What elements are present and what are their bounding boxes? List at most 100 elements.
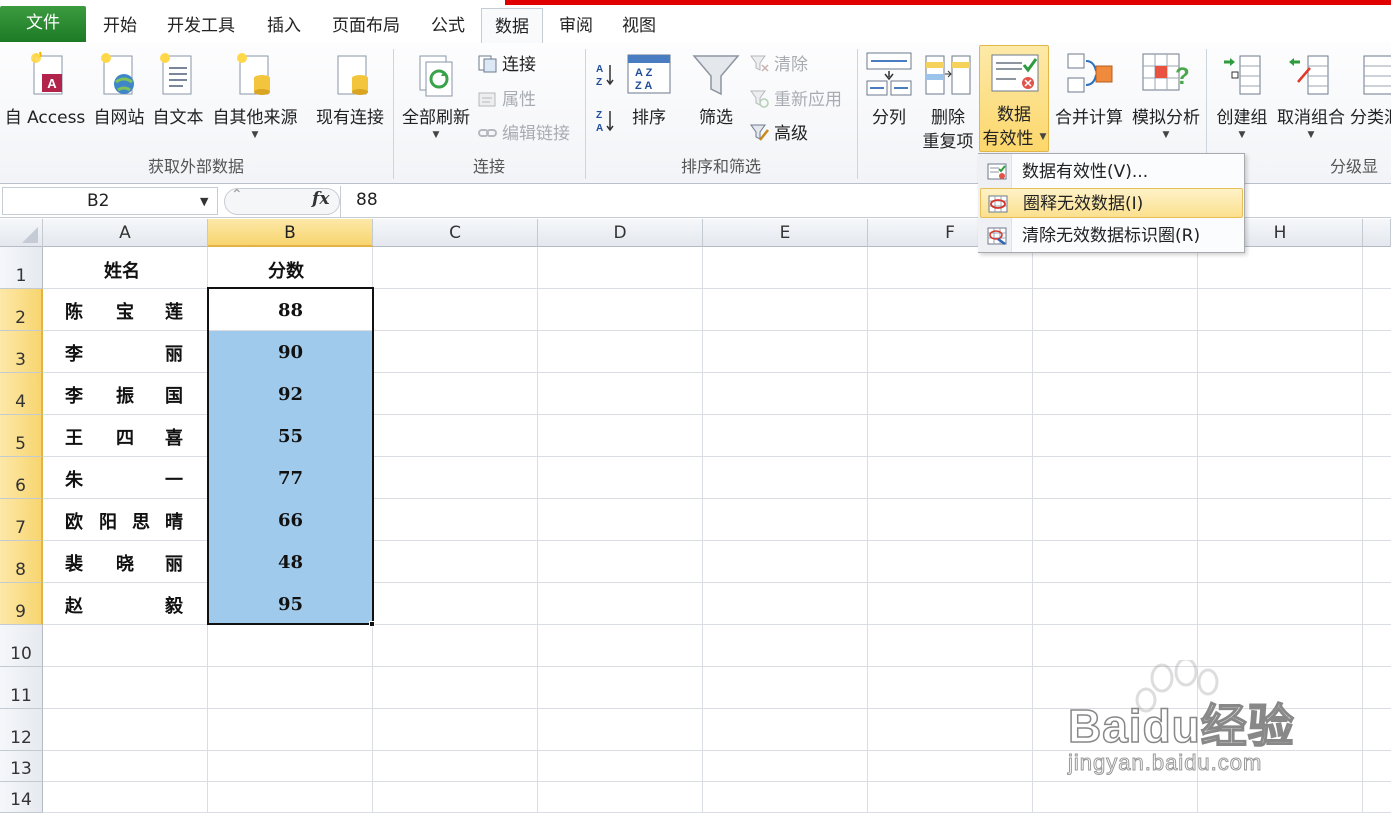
sort-descending-button[interactable]: Z A	[594, 107, 616, 137]
access-icon: A	[31, 51, 63, 95]
from-access-button[interactable]: A 自 Access	[2, 46, 88, 150]
cell-b2[interactable]: 88	[208, 289, 373, 330]
refresh-all-button[interactable]: 全部刷新 ▼	[398, 46, 474, 150]
tab-data[interactable]: 数据	[481, 8, 543, 45]
menu-item-circle-invalid-data[interactable]: 圈释无效数据(I)	[980, 188, 1243, 218]
group-label-sort-filter: 排序和筛选	[680, 157, 761, 176]
svg-text:A: A	[596, 123, 603, 134]
insert-function-icon[interactable]: fx	[312, 189, 329, 209]
sort-button[interactable]: A Z Z A 排序	[624, 46, 674, 128]
cell-a5[interactable]: 王 四 喜	[43, 415, 208, 457]
tab-developer[interactable]: 开发工具	[152, 8, 250, 44]
group-button[interactable]: 创建组 ▼	[1212, 46, 1272, 150]
name-char: 莲	[165, 302, 183, 323]
name-char: 李	[65, 386, 83, 407]
row-header-1[interactable]: 1	[0, 247, 43, 289]
row-header-13[interactable]: 13	[0, 751, 43, 782]
cell-b3[interactable]: 90	[208, 331, 373, 372]
menu-item-data-validation[interactable]: 数据有效性(V)...	[980, 157, 1243, 187]
cell-b9[interactable]: 95	[208, 583, 373, 624]
row-number: 13	[10, 759, 32, 779]
cell-a1[interactable]: 姓名	[104, 257, 140, 283]
row-header-4[interactable]: 4	[0, 373, 43, 415]
cell-b8[interactable]: 48	[208, 541, 373, 582]
tab-home[interactable]: 开始	[90, 8, 150, 44]
column-header-c[interactable]: C	[373, 219, 538, 247]
cell-b7[interactable]: 66	[208, 499, 373, 540]
column-header-e[interactable]: E	[703, 219, 868, 247]
formula-input[interactable]: 88	[356, 190, 378, 210]
from-other-sources-button[interactable]: 自其他来源 ▼	[208, 46, 302, 150]
from-web-button[interactable]: 自网站	[90, 46, 148, 150]
row-header-5[interactable]: 5	[0, 415, 43, 457]
row-header-11[interactable]: 11	[0, 667, 43, 709]
what-if-analysis-button[interactable]: ? 模拟分析 ▼	[1127, 46, 1205, 150]
name-box-dropdown-icon[interactable]: ▼	[200, 195, 208, 208]
row-header-2[interactable]: 2	[0, 289, 43, 331]
row-number: 5	[15, 434, 26, 454]
select-all-corner[interactable]	[0, 219, 43, 247]
from-other-sources-label: 自其他来源	[212, 108, 298, 128]
subtotal-button[interactable]: 分类汇	[1350, 46, 1391, 150]
cell-a2[interactable]: 陈 宝 莲	[43, 289, 208, 331]
consolidate-icon	[1067, 53, 1113, 93]
row-header-8[interactable]: 8	[0, 541, 43, 583]
existing-connections-button[interactable]: 现有连接	[310, 46, 390, 150]
ungroup-button[interactable]: 取消组合 ▼	[1274, 46, 1348, 150]
cell-a4[interactable]: 李 振 国	[43, 373, 208, 415]
tab-page-layout[interactable]: 页面布局	[318, 8, 414, 44]
cell-b6[interactable]: 77	[208, 457, 373, 498]
data-validation-button[interactable]: 数据 有效性 ▼	[979, 45, 1049, 152]
row-number: 10	[10, 644, 32, 664]
remove-duplicates-button[interactable]: 删除 重复项	[920, 46, 976, 152]
consolidate-button[interactable]: 合并计算	[1052, 46, 1126, 150]
advanced-filter-button[interactable]: 高级	[750, 121, 808, 147]
row-header-10[interactable]: 10	[0, 625, 43, 667]
cell-a9[interactable]: 赵 毅	[43, 583, 208, 625]
cell-b4[interactable]: 92	[208, 373, 373, 414]
link-icon	[478, 129, 497, 137]
from-text-button[interactable]: 自文本	[149, 46, 207, 150]
column-header-b[interactable]: B	[208, 219, 373, 247]
name-char: 思	[132, 512, 150, 533]
row-header-12[interactable]: 12	[0, 709, 43, 751]
cell-a6[interactable]: 朱 一	[43, 457, 208, 499]
clear-circles-icon	[987, 227, 1007, 246]
row-header-9[interactable]: 9	[0, 583, 43, 625]
data-validation-icon	[987, 163, 1007, 180]
name-char: 一	[165, 470, 183, 491]
tab-formulas[interactable]: 公式	[416, 8, 480, 44]
menu-item-label: 清除无效数据标识圈(R)	[1022, 226, 1201, 246]
cell-b1[interactable]: 分数	[268, 257, 304, 283]
group-separator	[857, 49, 858, 179]
cell-a8[interactable]: 裴 晓 丽	[43, 541, 208, 583]
name-box[interactable]: B2	[2, 187, 218, 215]
tab-review[interactable]: 审阅	[545, 8, 607, 44]
cell-a7[interactable]: 欧 阳 思 晴	[43, 499, 208, 541]
row-header-3[interactable]: 3	[0, 331, 43, 373]
reapply-label: 重新应用	[774, 90, 842, 110]
row-header-6[interactable]: 6	[0, 457, 43, 499]
column-header-partial[interactable]	[1363, 219, 1391, 247]
tab-file[interactable]: 文件	[0, 6, 86, 42]
filter-button[interactable]: 筛选	[690, 46, 742, 128]
row-header-14[interactable]: 14	[0, 782, 43, 813]
column-header-d[interactable]: D	[538, 219, 703, 247]
row-header-7[interactable]: 7	[0, 499, 43, 541]
tab-insert[interactable]: 插入	[252, 8, 316, 44]
name-char: 丽	[165, 344, 183, 365]
cell-a3[interactable]: 李 丽	[43, 331, 208, 373]
sort-ascending-button[interactable]: A Z	[594, 61, 616, 91]
connections-button[interactable]: 连接	[478, 52, 536, 78]
text-to-columns-button[interactable]: 分列	[864, 46, 914, 128]
gridline	[43, 781, 1391, 782]
row-number: 6	[15, 476, 26, 496]
menu-item-clear-validation-circles[interactable]: 清除无效数据标识圈(R)	[980, 221, 1243, 251]
column-header-a[interactable]: A	[43, 219, 208, 247]
reapply-button: 重新应用	[750, 87, 842, 113]
expand-handle-icon[interactable]: ⌃	[231, 187, 243, 203]
tab-view[interactable]: 视图	[608, 8, 670, 44]
from-web-label: 自网站	[93, 108, 145, 128]
svg-text:A: A	[47, 76, 57, 91]
cell-b5[interactable]: 55	[208, 415, 373, 456]
